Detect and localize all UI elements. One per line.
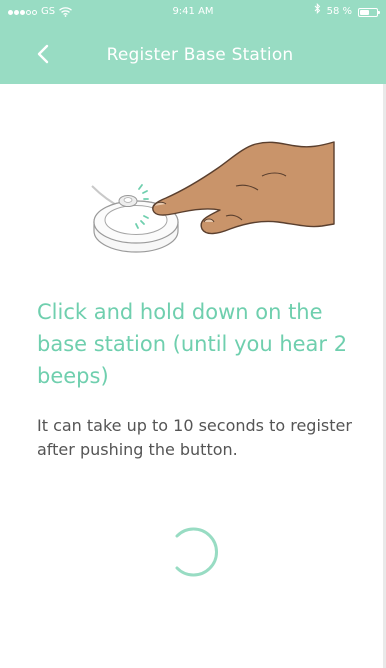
page-title: Register Base Station: [106, 45, 294, 65]
instruction-description: It can take up to 10 seconds to register…: [37, 416, 352, 459]
header: GS 9:41 AM 58 % Register Base Station: [0, 0, 386, 84]
bluetooth-icon: [314, 0, 321, 24]
battery-fill: [360, 9, 369, 15]
register-base-station-screen: GS 9:41 AM 58 % Register Base Station Cl…: [0, 0, 386, 668]
instruction-heading: Click and hold down on the base station …: [37, 300, 348, 388]
battery-nub: [378, 10, 380, 14]
status-right: 58 %: [314, 0, 380, 24]
hand-pressing-base-station-illustration: [86, 136, 336, 258]
status-bar: GS 9:41 AM 58 %: [0, 0, 386, 24]
battery-icon: [358, 7, 380, 17]
battery-percent: 58 %: [326, 6, 352, 17]
loading-spinner-icon: [167, 524, 223, 580]
nav-bar: Register Base Station: [0, 24, 386, 84]
